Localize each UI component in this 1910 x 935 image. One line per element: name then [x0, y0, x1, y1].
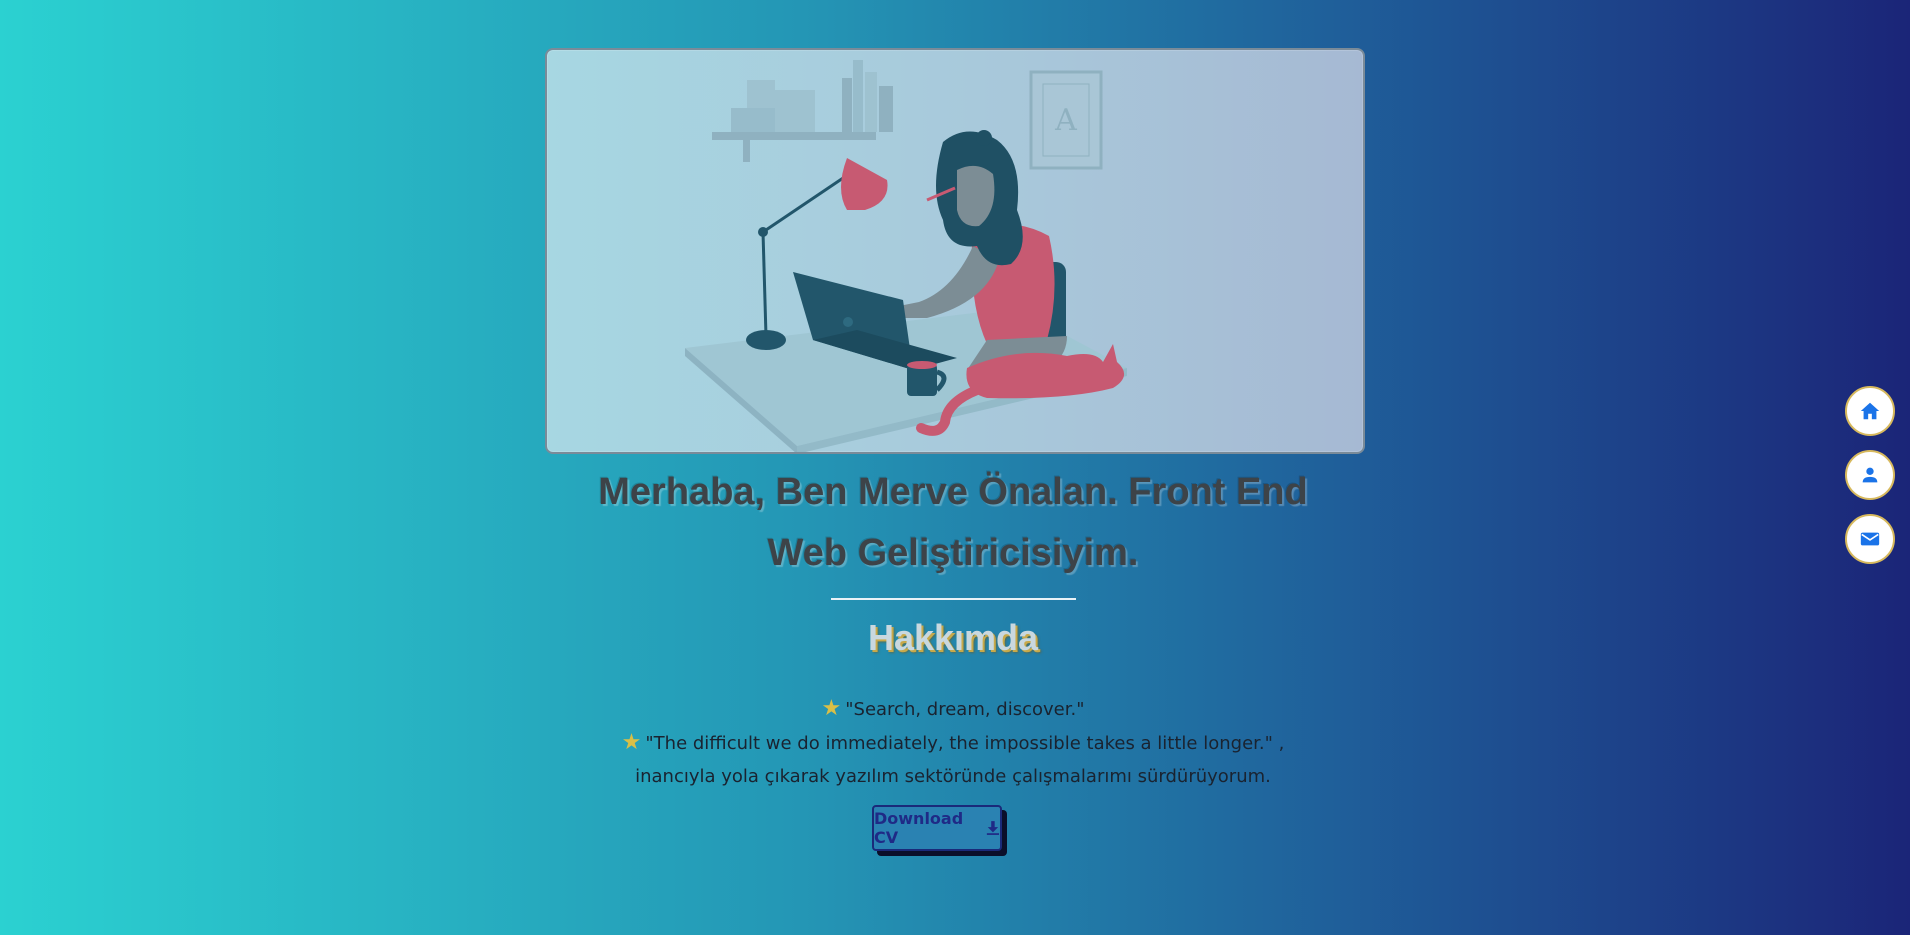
headline-line-1: Merhaba, Ben Merve Önalan. Front End	[598, 471, 1308, 513]
section-divider	[831, 598, 1076, 600]
quote-2: "The difficult we do immediately, the im…	[645, 733, 1285, 754]
nav-about-button[interactable]	[1845, 450, 1895, 500]
quote-2-continuation: inancıyla yola çıkarak yazılım sektöründ…	[635, 766, 1271, 787]
frame-letter: A	[1054, 103, 1077, 138]
star-icon: ★	[621, 730, 642, 755]
about-heading: Hakkımda	[867, 617, 1039, 658]
download-cv-button[interactable]: Download CV	[872, 805, 1002, 851]
download-icon	[986, 821, 1000, 835]
hero-illustration: A	[545, 48, 1365, 454]
person-icon	[1862, 467, 1878, 483]
woman-at-desk-illustration: A	[685, 60, 1127, 452]
download-cv-label: Download CV	[874, 809, 964, 847]
mail-icon	[1860, 532, 1880, 546]
lamp-shade	[841, 158, 888, 210]
side-nav	[1845, 386, 1895, 578]
wall-shelf	[712, 132, 876, 140]
headline-line-2: Web Geliştiricisiyim.	[767, 532, 1139, 574]
about-paragraph: ★ "Search, dream, discover." ★ "The diffic…	[545, 692, 1361, 793]
nav-home-button[interactable]	[1845, 386, 1895, 436]
quote-1: "Search, dream, discover."	[845, 699, 1085, 720]
nav-contact-button[interactable]	[1845, 514, 1895, 564]
star-icon: ★	[821, 696, 842, 721]
hero-headline: Merhaba, Ben Merve Önalan. Front End Web…	[545, 462, 1361, 584]
home-icon	[1860, 402, 1880, 420]
